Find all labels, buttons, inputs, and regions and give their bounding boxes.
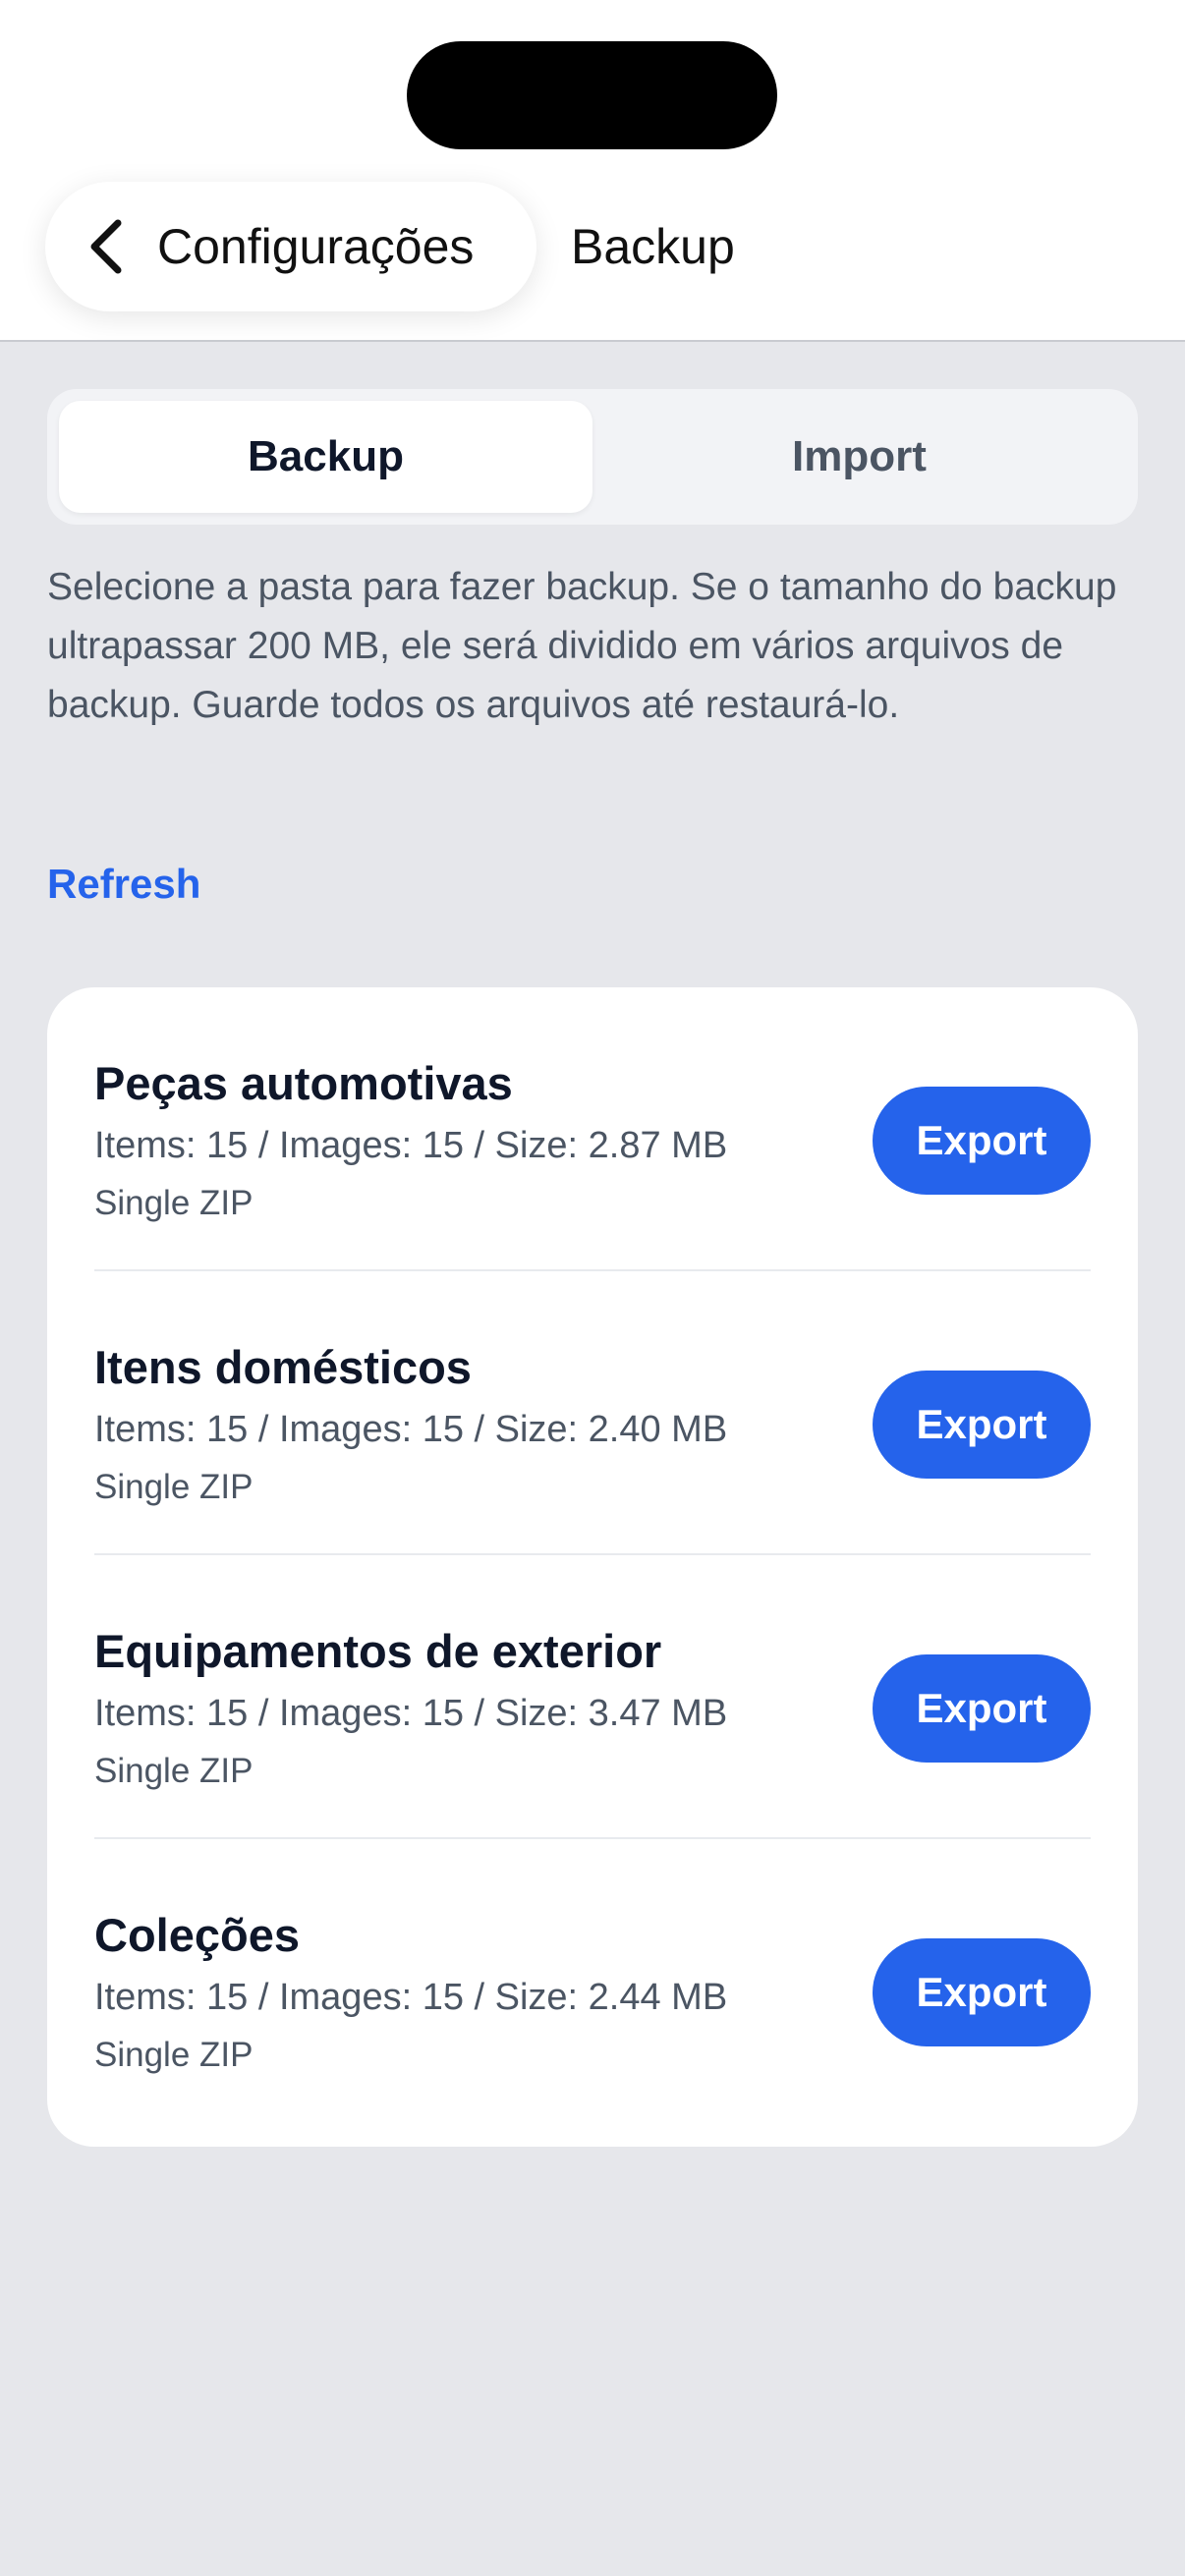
tab-import[interactable]: Import: [592, 401, 1126, 513]
folder-row: Coleções Items: 15 / Images: 15 / Size: …: [94, 1839, 1091, 2123]
dynamic-island: [407, 41, 777, 149]
backup-description: Selecione a pasta para fazer backup. Se …: [47, 566, 1117, 726]
folder-name: Itens domésticos: [94, 1341, 472, 1393]
folder-type: Single ZIP: [94, 1184, 254, 1222]
page-title: Backup: [571, 219, 735, 274]
back-button-label: Configurações: [157, 219, 475, 274]
folder-meta: Items: 15 / Images: 15 / Size: 3.47 MB: [94, 1693, 728, 1734]
refresh-link[interactable]: Refresh: [47, 861, 200, 908]
export-button[interactable]: Export: [873, 1087, 1091, 1195]
chevron-left-icon: [90, 219, 122, 274]
folder-list-card: Peças automotivas Items: 15 / Images: 15…: [47, 987, 1138, 2147]
folder-type: Single ZIP: [94, 1752, 254, 1790]
folder-row: Equipamentos de exterior Items: 15 / Ima…: [94, 1555, 1091, 1839]
folder-type: Single ZIP: [94, 2036, 254, 2074]
folder-type: Single ZIP: [94, 1468, 254, 1506]
export-button[interactable]: Export: [873, 1938, 1091, 2046]
segmented-control: Backup Import: [47, 389, 1138, 525]
folder-row: Itens domésticos Items: 15 / Images: 15 …: [94, 1271, 1091, 1555]
folder-meta: Items: 15 / Images: 15 / Size: 2.44 MB: [94, 1977, 728, 2018]
folder-name: Peças automotivas: [94, 1057, 513, 1109]
folder-meta: Items: 15 / Images: 15 / Size: 2.40 MB: [94, 1409, 728, 1450]
folder-name: Equipamentos de exterior: [94, 1625, 662, 1677]
export-button[interactable]: Export: [873, 1654, 1091, 1763]
export-button[interactable]: Export: [873, 1371, 1091, 1479]
folder-meta: Items: 15 / Images: 15 / Size: 2.87 MB: [94, 1125, 728, 1166]
nav-header: Configurações Backup: [0, 0, 1185, 342]
back-button[interactable]: Configurações: [45, 182, 536, 311]
tab-backup[interactable]: Backup: [59, 401, 592, 513]
folder-row: Peças automotivas Items: 15 / Images: 15…: [94, 987, 1091, 1271]
folder-name: Coleções: [94, 1909, 300, 1961]
